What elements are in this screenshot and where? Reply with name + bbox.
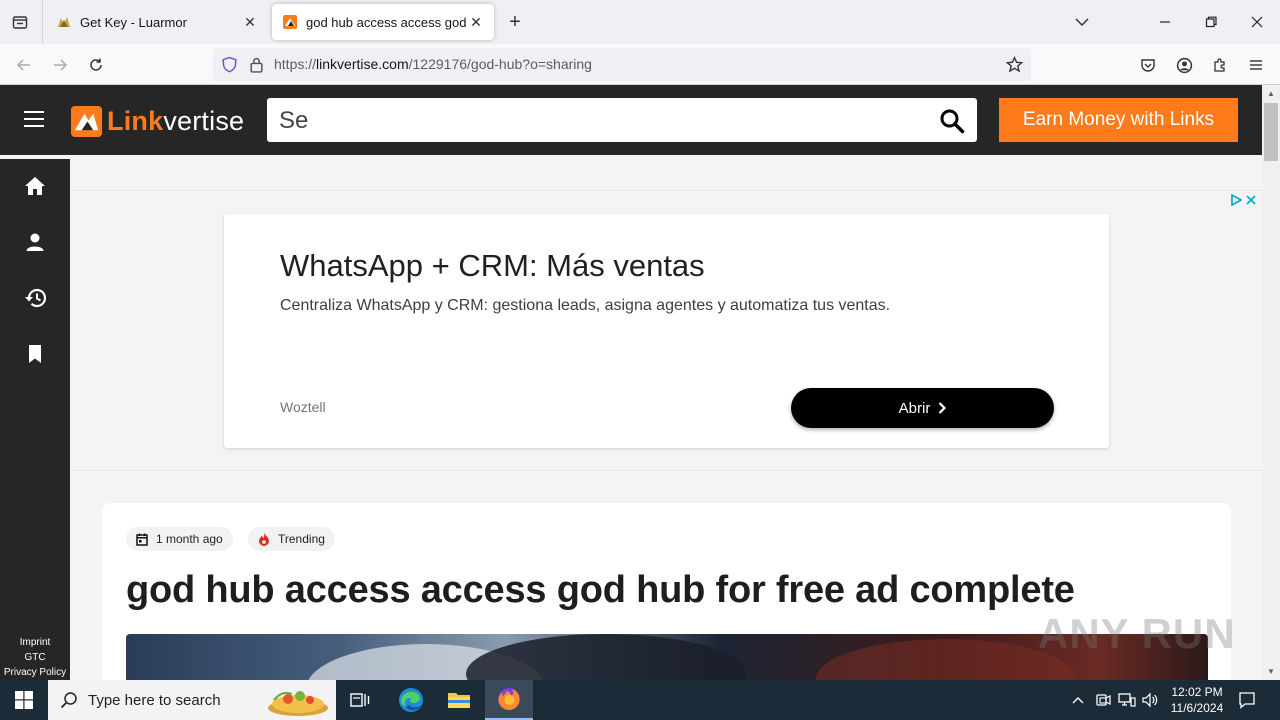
firefox-view-icon[interactable]: [8, 10, 32, 34]
tracking-protection-shield-icon[interactable]: [221, 56, 238, 73]
user-icon[interactable]: [23, 230, 47, 254]
scroll-up-icon[interactable]: ▲: [1266, 89, 1276, 99]
clock-date: 11/6/2024: [1170, 701, 1224, 715]
trending-chip[interactable]: Trending: [248, 527, 335, 551]
forward-button[interactable]: [46, 51, 74, 79]
url-prefix: https://: [274, 56, 317, 72]
new-tab-button[interactable]: +: [503, 10, 527, 34]
site-header: Linkvertise Se Earn Money with Links: [0, 85, 1262, 155]
search-icon: [60, 692, 77, 709]
taskbar-search-box[interactable]: Type here to search: [48, 680, 336, 720]
tab-title: Get Key - Luarmor: [80, 14, 187, 30]
tab-god-hub[interactable]: god hub access access god hub for free a…: [272, 4, 494, 40]
imprint-link[interactable]: Imprint: [0, 635, 70, 650]
show-hidden-icons-icon[interactable]: [1068, 680, 1088, 720]
tab-separator: [42, 0, 43, 44]
menu-icon[interactable]: [24, 111, 48, 131]
url-path: /1229176/god-hub?o=sharing: [408, 56, 592, 72]
windows-start-icon[interactable]: [0, 680, 48, 720]
date-chip: 1 month ago: [126, 527, 233, 551]
pocket-icon[interactable]: [1134, 51, 1162, 79]
home-icon[interactable]: [23, 174, 47, 198]
bookmark-star-icon[interactable]: [1006, 56, 1023, 73]
logo-text-link: Link: [107, 105, 164, 136]
file-explorer-icon[interactable]: [435, 680, 483, 720]
close-tab-icon[interactable]: ✕: [468, 14, 484, 30]
privacy-policy-link[interactable]: Privacy Policy: [0, 665, 70, 680]
ad-advertiser: Woztell: [280, 399, 326, 415]
lock-icon[interactable]: [249, 56, 264, 73]
search-highlight-food-icon: [268, 691, 328, 716]
anyrun-watermark: ANY RUN: [1038, 610, 1236, 657]
close-window-button[interactable]: [1234, 0, 1280, 44]
navigation-toolbar: https://linkvertise.com/1229176/god-hub?…: [0, 44, 1280, 85]
taskbar-search-placeholder: Type here to search: [88, 692, 221, 709]
app-menu-icon[interactable]: [1242, 51, 1270, 79]
earn-money-button[interactable]: Earn Money with Links: [999, 98, 1238, 142]
linkvertise-favicon-icon: [283, 15, 297, 29]
close-ad-icon[interactable]: [1246, 195, 1256, 205]
logo-text-vertise: vertise: [163, 105, 245, 136]
meet-now-icon[interactable]: [1093, 680, 1113, 720]
linkvertise-logo-icon: [70, 105, 103, 137]
ad-card[interactable]: WhatsApp + CRM: Más ventas Centraliza Wh…: [224, 214, 1109, 448]
ad-title[interactable]: WhatsApp + CRM: Más ventas: [280, 248, 705, 284]
web-page: Linkvertise Se Earn Money with Links Imp…: [0, 85, 1262, 680]
chevron-right-icon: [939, 402, 947, 414]
site-search-input[interactable]: Se: [267, 98, 977, 142]
clock-time: 12:02 PM: [1171, 685, 1223, 699]
footer-links: Imprint GTC Privacy Policy: [0, 635, 70, 680]
adchoices[interactable]: [1230, 193, 1260, 207]
scrollbar-thumb[interactable]: [1264, 103, 1278, 161]
url-domain: linkvertise.com: [316, 56, 409, 72]
restore-button[interactable]: [1188, 0, 1234, 44]
ad-description: Centraliza WhatsApp y CRM: gestiona lead…: [280, 297, 891, 314]
back-button[interactable]: [10, 51, 38, 79]
adchoices-play-icon[interactable]: [1230, 194, 1242, 206]
search-icon[interactable]: [939, 108, 965, 134]
search-value: Se: [279, 107, 309, 134]
minimize-button[interactable]: [1142, 0, 1188, 44]
firefox-taskbar-icon[interactable]: [485, 680, 533, 720]
notifications-icon[interactable]: [1236, 680, 1258, 720]
page-scrollbar[interactable]: ▲ ▼: [1262, 85, 1280, 680]
account-icon[interactable]: [1170, 51, 1198, 79]
site-sidebar: Imprint GTC Privacy Policy: [0, 159, 70, 680]
tab-title: god hub access access god hub for free a…: [306, 14, 468, 30]
divider: [70, 470, 1262, 471]
windows-taskbar: Type here to search 12:02 PM 11/6/2024: [0, 680, 1280, 720]
fire-icon: [259, 532, 269, 546]
extensions-icon[interactable]: [1206, 51, 1234, 79]
sub-header: [70, 155, 1262, 190]
article-title: god hub access access god hub for free a…: [126, 569, 1075, 611]
ad-button-label: Abrir: [898, 399, 931, 417]
close-tab-icon[interactable]: ✕: [242, 14, 258, 30]
trending-chip-label: Trending: [278, 532, 325, 546]
date-chip-label: 1 month ago: [156, 532, 223, 546]
history-icon[interactable]: [23, 286, 47, 310]
url-text[interactable]: https://linkvertise.com/1229176/god-hub?…: [274, 56, 592, 72]
divider: [70, 190, 1262, 191]
gtc-link[interactable]: GTC: [0, 650, 70, 665]
calendar-icon: [136, 533, 148, 546]
luarmor-favicon-icon: [58, 17, 70, 27]
scroll-down-icon[interactable]: ▼: [1266, 667, 1276, 677]
volume-icon[interactable]: [1140, 680, 1162, 720]
reload-button[interactable]: [82, 51, 110, 79]
bookmark-icon[interactable]: [23, 342, 47, 366]
edge-browser-icon[interactable]: [387, 680, 435, 720]
linkvertise-logo[interactable]: Linkvertise: [70, 103, 244, 139]
tab-strip: Get Key - Luarmor ✕ god hub access acces…: [0, 0, 1280, 44]
ad-open-button[interactable]: Abrir: [791, 388, 1054, 428]
tab-get-key[interactable]: Get Key - Luarmor ✕: [46, 4, 268, 40]
list-all-tabs-icon[interactable]: [1070, 10, 1094, 34]
network-icon[interactable]: [1116, 680, 1138, 720]
taskbar-clock[interactable]: 12:02 PM 11/6/2024: [1160, 684, 1234, 716]
address-bar[interactable]: https://linkvertise.com/1229176/god-hub?…: [213, 48, 1031, 81]
task-view-icon[interactable]: [336, 680, 384, 720]
